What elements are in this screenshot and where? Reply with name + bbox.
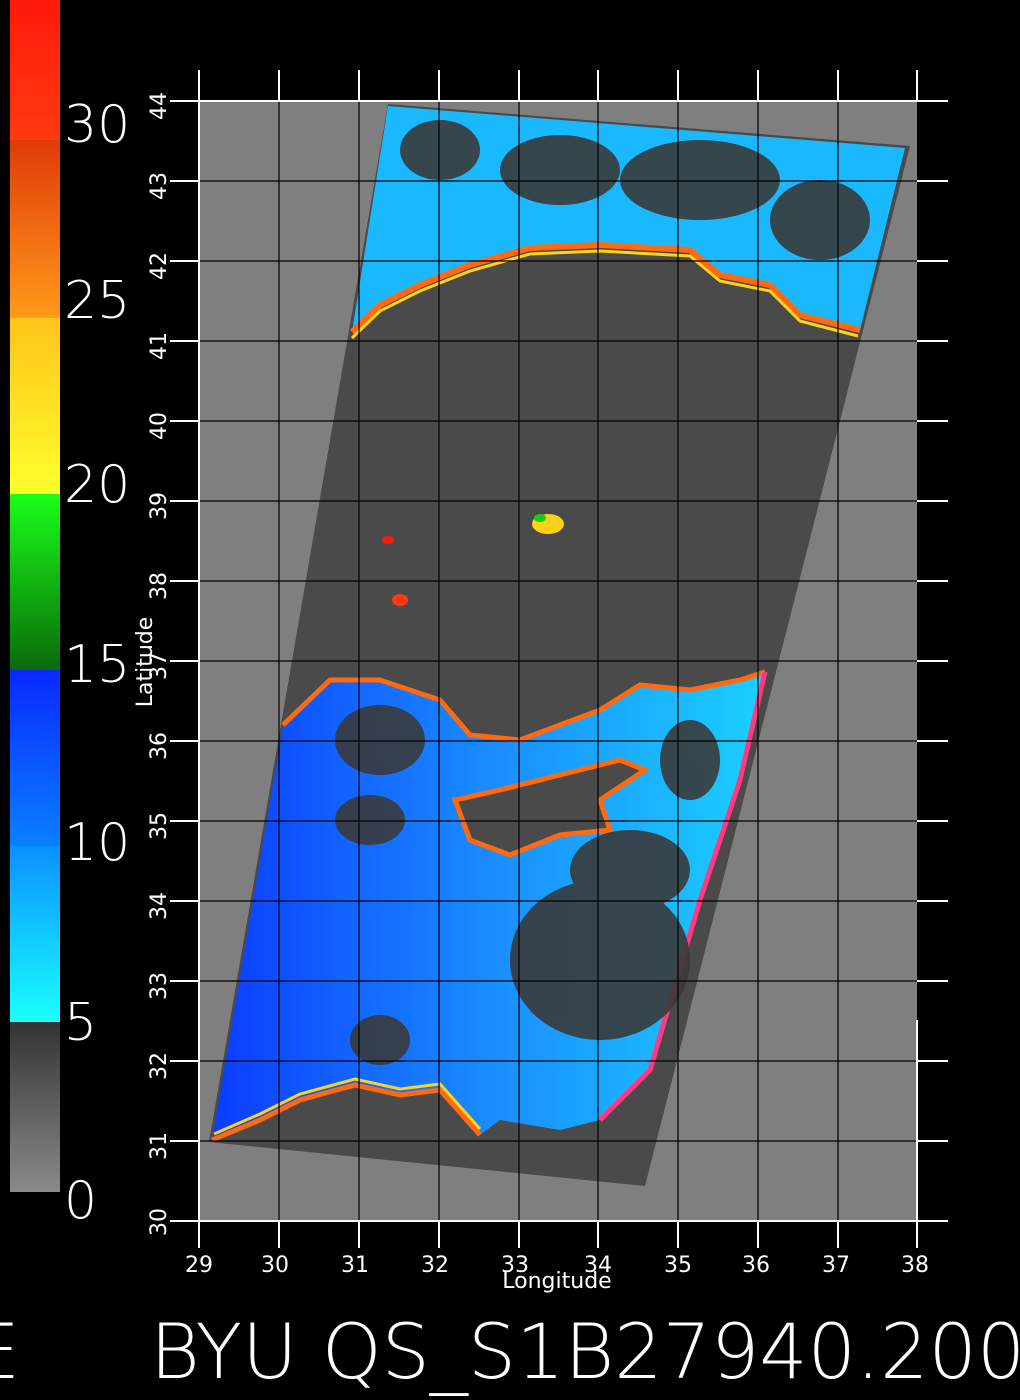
x-axis-label: Longitude [502,1269,611,1294]
x-tick-38: 38 [901,1253,929,1278]
x-tick-31: 31 [341,1253,369,1278]
x-tick-37: 37 [822,1253,850,1278]
footer-left-fragment: E [0,1307,20,1396]
y-tick-41: 41 [147,332,172,360]
colorbar-label-15: 15 [64,635,130,695]
y-tick-44: 44 [147,92,172,120]
y-tick-31: 31 [147,1132,172,1160]
footer-title: BYU QS_S1B27940.200 [150,1307,1020,1396]
map-plot: 29 30 31 32 33 34 35 36 37 38 30 31 32 3… [133,70,948,1294]
y-tick-30: 30 [147,1208,172,1236]
y-tick-32: 32 [147,1052,172,1080]
colorbar: 30 25 20 15 10 5 0 [10,0,130,1231]
y-tick-36: 36 [147,732,172,760]
colorbar-label-0: 0 [64,1171,97,1231]
x-tick-35: 35 [664,1253,692,1278]
y-axis-label: Latitude [133,617,158,708]
y-tick-38: 38 [147,572,172,600]
colorbar-label-5: 5 [64,993,97,1053]
x-tick-32: 32 [421,1253,449,1278]
colorbar-label-30: 30 [64,95,130,155]
x-tick-29: 29 [185,1253,213,1278]
colorbar-label-20: 20 [64,455,130,515]
y-tick-35: 35 [147,812,172,840]
y-tick-42: 42 [147,252,172,280]
y-tick-34: 34 [147,892,172,920]
y-tick-33: 33 [147,972,172,1000]
map-figure: 30 25 20 15 10 5 0 29 30 31 32 33 34 35 … [0,0,1020,1396]
colorbar-label-25: 25 [64,271,130,331]
x-tick-36: 36 [742,1253,770,1278]
y-tick-40: 40 [147,412,172,440]
y-tick-43: 43 [147,172,172,200]
y-tick-39: 39 [147,492,172,520]
colorbar-label-10: 10 [64,813,130,873]
x-tick-30: 30 [261,1253,289,1278]
